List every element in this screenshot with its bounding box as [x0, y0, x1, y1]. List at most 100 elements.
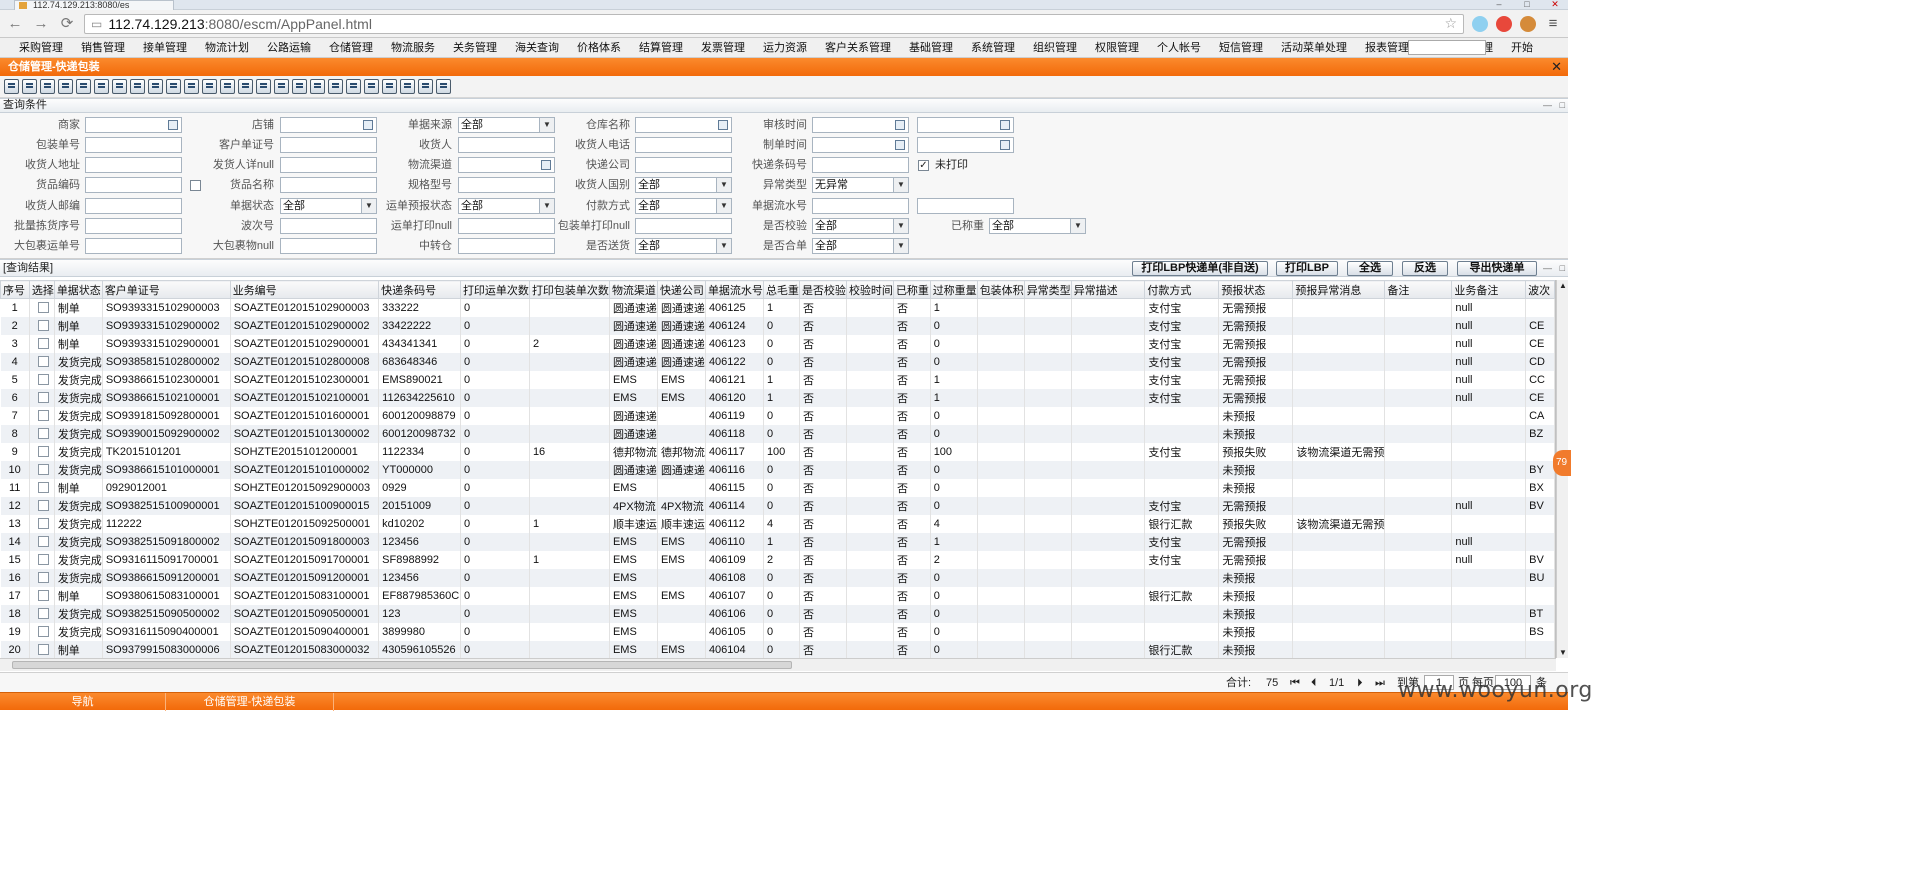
export-icon[interactable] — [328, 79, 343, 94]
sign-icon[interactable] — [292, 79, 307, 94]
column-header[interactable]: 是否校验 — [798, 280, 847, 299]
menu-item-1[interactable]: 销售管理 — [72, 38, 134, 58]
last-page-icon[interactable]: ⏭ — [1375, 673, 1385, 693]
row-select-cell[interactable] — [29, 496, 55, 515]
minimize-icon[interactable]: – — [1486, 0, 1512, 10]
menu-item-17[interactable]: 权限管理 — [1086, 38, 1148, 58]
window-close-icon[interactable]: ✕ — [1542, 0, 1568, 10]
row-checkbox[interactable] — [37, 590, 49, 602]
scroll-down-icon[interactable]: ▼ — [1559, 648, 1567, 657]
row-checkbox[interactable] — [37, 518, 49, 530]
table-row[interactable]: 18 发货完成 SO9382515090500002 SOAZTE0120150905… — [0, 604, 1555, 623]
table-row[interactable]: 12 发货完成 SO9382515100900001 SOAZTE0120151009… — [0, 496, 1555, 515]
audio-icon[interactable] — [364, 79, 379, 94]
column-header[interactable]: 付款方式 — [1144, 280, 1220, 299]
row-checkbox[interactable] — [37, 644, 49, 656]
row-checkbox[interactable] — [37, 446, 49, 458]
merged-select[interactable]: 全部 ▼ — [812, 238, 909, 254]
check-icon[interactable] — [400, 79, 415, 94]
menu-item-23[interactable]: 开始 — [1502, 38, 1542, 58]
row-select-cell[interactable] — [29, 388, 55, 407]
row-checkbox[interactable] — [37, 500, 49, 512]
receiver-addr-input[interactable] — [85, 157, 182, 173]
menu-item-10[interactable]: 结算管理 — [630, 38, 692, 58]
row-select-cell[interactable] — [29, 568, 55, 587]
flow-no-to[interactable] — [917, 198, 1014, 214]
table-row[interactable]: 9 发货完成 TK2015101201 SOHZTE2015101200001 1122… — [0, 442, 1555, 461]
column-header[interactable]: 预报状态 — [1218, 280, 1294, 299]
create-time-to[interactable] — [917, 137, 1014, 153]
menu-item-2[interactable]: 接单管理 — [134, 38, 196, 58]
row-checkbox[interactable] — [37, 392, 49, 404]
copy-icon[interactable] — [148, 79, 163, 94]
print-lbp-self-button[interactable]: 打印LBP快递单(非自送) — [1132, 261, 1268, 276]
collapse-icon[interactable]: — — [1543, 99, 1552, 112]
column-header[interactable]: 业务备注 — [1451, 280, 1527, 299]
row-select-cell[interactable] — [29, 442, 55, 461]
row-select-cell[interactable] — [29, 550, 55, 569]
row-select-cell[interactable] — [29, 460, 55, 479]
collapse-icon[interactable]: — — [1543, 260, 1552, 276]
row-checkbox[interactable] — [37, 464, 49, 476]
table-row[interactable]: 11 制单 0929012001 SOHZTE012015092900003 0929 0… — [0, 478, 1555, 497]
table-row[interactable]: 4 发货完成 SO9385815102800002 SOAZTE01201510280… — [0, 352, 1555, 371]
row-select-cell[interactable] — [29, 532, 55, 551]
binoculars-icon[interactable] — [4, 79, 19, 94]
table-row[interactable]: 16 发货完成 SO9386615091200001 SOAZTE0120150912… — [0, 568, 1555, 587]
row-checkbox[interactable] — [37, 626, 49, 638]
chevron-down-icon[interactable]: ▼ — [893, 178, 908, 192]
column-header[interactable]: 总毛重 — [762, 280, 800, 299]
back-icon[interactable]: ← — [6, 15, 24, 33]
not-printed-checkbox[interactable]: ✓ — [918, 160, 929, 171]
extension-red-icon[interactable] — [1496, 15, 1512, 32]
next-page-icon[interactable]: ⏵ — [1357, 673, 1363, 693]
audit-time-from[interactable] — [812, 117, 909, 133]
column-header[interactable]: 打印包装单次数 — [528, 280, 610, 299]
table-row[interactable]: 13 发货完成 112222 SOHZTE012015092500001 kd10202… — [0, 514, 1555, 533]
calendar-icon[interactable] — [895, 140, 905, 150]
link-icon[interactable] — [202, 79, 217, 94]
expand-icon[interactable]: □ — [1560, 260, 1565, 276]
row-checkbox[interactable] — [37, 536, 49, 548]
tag-icon[interactable] — [418, 79, 433, 94]
first-page-icon[interactable]: ⏮ — [1290, 673, 1300, 693]
menu-item-9[interactable]: 价格体系 — [568, 38, 630, 58]
calendar-icon[interactable] — [1000, 140, 1010, 150]
menu-item-7[interactable]: 关务管理 — [444, 38, 506, 58]
prev-page-icon[interactable]: ⏴ — [1311, 673, 1317, 693]
row-select-cell[interactable] — [29, 334, 55, 353]
scroll-thumb[interactable] — [12, 661, 792, 669]
column-header[interactable]: 物流渠道 — [608, 280, 658, 299]
calendar-icon[interactable] — [1000, 120, 1010, 130]
column-header[interactable]: 波次 — [1525, 280, 1555, 299]
scroll-up-icon[interactable]: ▲ — [1559, 281, 1567, 290]
table-row[interactable]: 15 发货完成 SO9316115091700001 SOAZTE0120150917… — [0, 550, 1555, 569]
monitor-icon[interactable] — [382, 79, 397, 94]
horizontal-scrollbar[interactable] — [0, 658, 1556, 671]
table-row[interactable]: 8 发货完成 SO9390015092900002 SOAZTE01201510130… — [0, 424, 1555, 443]
table-row[interactable]: 14 发货完成 SO9382515091800002 SOAZTE0120150918… — [0, 532, 1555, 551]
column-header[interactable]: 快递条码号 — [378, 280, 461, 299]
column-header[interactable]: 过称重量 — [929, 280, 978, 299]
row-select-cell[interactable] — [29, 316, 55, 335]
picker-icon[interactable] — [168, 120, 178, 130]
abn-type-select[interactable]: 无异常 ▼ — [812, 177, 909, 193]
invert-select-button[interactable]: 反选 — [1402, 261, 1448, 276]
row-select-cell[interactable] — [29, 640, 55, 658]
row-checkbox[interactable] — [37, 374, 49, 386]
goods-code-input[interactable] — [85, 177, 182, 193]
expand-icon[interactable]: □ — [1560, 99, 1565, 112]
menu-item-14[interactable]: 基础管理 — [900, 38, 962, 58]
column-header[interactable]: 已称重 — [892, 280, 931, 299]
table-row[interactable]: 5 发货完成 SO9386615102300001 SOAZTE01201510230… — [0, 370, 1555, 389]
table-row[interactable]: 2 制单 SO9393315102900002 SOAZTE0120151029000… — [0, 316, 1555, 335]
table-row[interactable]: 20 制单 SO9379915083000006 SOAZTE012015083000… — [0, 640, 1555, 658]
express-code-input[interactable] — [812, 157, 909, 173]
search-icon[interactable] — [94, 79, 109, 94]
table-row[interactable]: 19 发货完成 SO9316115090400001 SOAZTE0120150904… — [0, 622, 1555, 641]
row-select-cell[interactable] — [29, 406, 55, 425]
row-select-cell[interactable] — [29, 352, 55, 371]
row-checkbox[interactable] — [37, 302, 49, 314]
menu-search-input[interactable] — [1408, 40, 1486, 55]
column-header[interactable]: 业务编号 — [229, 280, 380, 299]
